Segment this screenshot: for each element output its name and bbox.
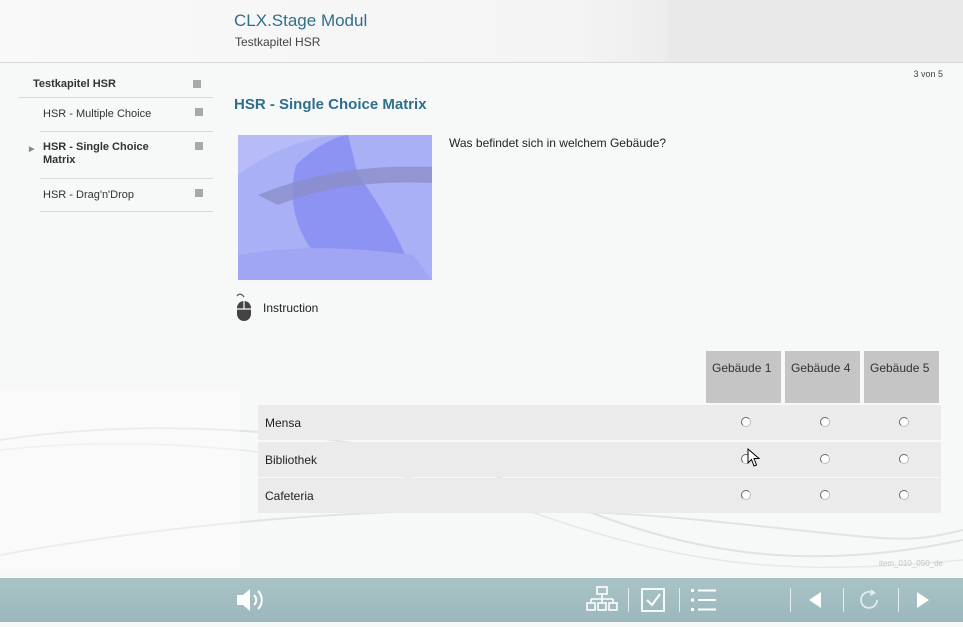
app-header: CLX.Stage Modul Testkapitel HSR — [0, 0, 963, 63]
nav-item-label: HSR - Drag'n'Drop — [43, 189, 135, 201]
nav-item-multiple-choice[interactable]: HSR - Multiple Choice — [40, 98, 213, 132]
module-title: CLX.Stage Modul — [234, 11, 368, 30]
sitemap-button[interactable] — [585, 578, 619, 622]
nav-item-label: HSR - Single Choice Matrix — [43, 141, 149, 166]
list-icon — [691, 589, 716, 611]
page-counter: 3 von 5 — [913, 69, 943, 79]
bottom-toolbar — [0, 578, 963, 622]
table-row: Cafeteria — [258, 478, 941, 513]
table-row: Mensa — [258, 405, 941, 440]
next-page-button[interactable] — [908, 578, 938, 622]
page-title: HSR - Single Choice Matrix — [234, 96, 427, 113]
nav-item-label: HSR - Multiple Choice — [43, 108, 152, 120]
row-label: Bibliothek — [265, 453, 318, 467]
column-header-gebaeude-5: Gebäude 5 — [864, 351, 939, 403]
previous-page-button[interactable] — [800, 578, 830, 622]
content-list-button[interactable] — [688, 578, 722, 622]
radio-mensa-gebaeude-1[interactable] — [741, 417, 751, 427]
audio-button[interactable] — [230, 578, 270, 622]
question-text: Was befindet sich in welchem Gebäude? — [449, 136, 667, 150]
column-header-gebaeude-4: Gebäude 4 — [785, 351, 860, 403]
chapter-navigation: Testkapitel HSR HSR - Multiple Choice ▶ … — [18, 70, 213, 212]
speaker-icon — [237, 589, 263, 611]
row-label: Mensa — [265, 416, 302, 430]
radio-cafeteria-gebaeude-5[interactable] — [899, 490, 909, 500]
radio-cafeteria-gebaeude-1[interactable] — [741, 490, 751, 500]
toolbar-separator — [790, 588, 791, 612]
toolbar-separator — [898, 588, 899, 612]
column-header-gebaeude-1: Gebäude 1 — [706, 351, 781, 403]
radio-bibliothek-gebaeude-4[interactable] — [820, 454, 830, 464]
instruction-label: Instruction — [263, 301, 319, 315]
arrow-left-icon — [809, 592, 821, 608]
sitemap-icon — [586, 586, 618, 611]
nav-chapter[interactable]: Testkapitel HSR — [18, 70, 213, 98]
nav-chapter-label: Testkapitel HSR — [33, 78, 116, 90]
status-square-icon — [193, 80, 201, 88]
status-square-icon — [195, 189, 203, 197]
nav-item-drag-drop[interactable]: HSR - Drag'n'Drop — [40, 179, 213, 212]
question-image — [238, 135, 432, 280]
radio-mensa-gebaeude-5[interactable] — [899, 417, 909, 427]
checkbox-icon — [641, 588, 665, 612]
item-id: item_010_050_de — [878, 559, 943, 568]
toolbar-separator — [843, 588, 844, 612]
reload-button[interactable] — [853, 578, 887, 622]
header-decoration — [668, 0, 963, 62]
check-button[interactable] — [638, 578, 670, 622]
toolbar-separator — [679, 588, 680, 612]
radio-cafeteria-gebaeude-4[interactable] — [820, 490, 830, 500]
radio-bibliothek-gebaeude-5[interactable] — [899, 454, 909, 464]
chapter-subtitle: Testkapitel HSR — [235, 35, 321, 49]
radio-mensa-gebaeude-4[interactable] — [820, 417, 830, 427]
status-square-icon — [195, 142, 203, 150]
mouse-icon — [236, 293, 251, 321]
status-square-icon — [195, 108, 203, 116]
table-row: Bibliothek — [258, 442, 941, 477]
mouse-pointer-icon — [747, 448, 761, 467]
reload-icon — [860, 589, 878, 609]
toolbar-separator — [628, 588, 629, 612]
current-item-arrow-icon: ▶ — [29, 146, 35, 153]
arrow-right-icon — [917, 592, 929, 608]
nav-item-single-choice-matrix[interactable]: ▶ HSR - Single Choice Matrix — [29, 132, 213, 179]
row-label: Cafeteria — [265, 489, 314, 503]
